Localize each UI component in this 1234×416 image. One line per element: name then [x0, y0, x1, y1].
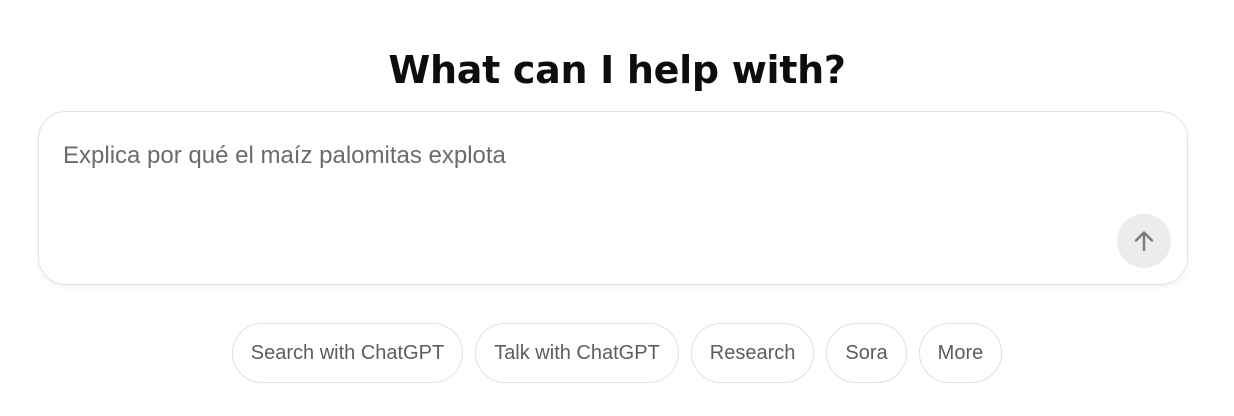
- sora-button[interactable]: Sora: [826, 323, 907, 383]
- suggestion-chips: Search with ChatGPT Talk with ChatGPT Re…: [0, 323, 1234, 383]
- more-button[interactable]: More: [918, 323, 1003, 383]
- search-with-chatgpt-button[interactable]: Search with ChatGPT: [231, 323, 464, 383]
- page-title: What can I help with?: [388, 48, 846, 93]
- talk-with-chatgpt-button[interactable]: Talk with ChatGPT: [475, 323, 679, 383]
- send-button[interactable]: [1117, 214, 1171, 268]
- arrow-up-icon: [1134, 231, 1154, 252]
- prompt-composer[interactable]: [38, 111, 1188, 285]
- prompt-input[interactable]: [63, 140, 1113, 172]
- research-button[interactable]: Research: [690, 323, 815, 383]
